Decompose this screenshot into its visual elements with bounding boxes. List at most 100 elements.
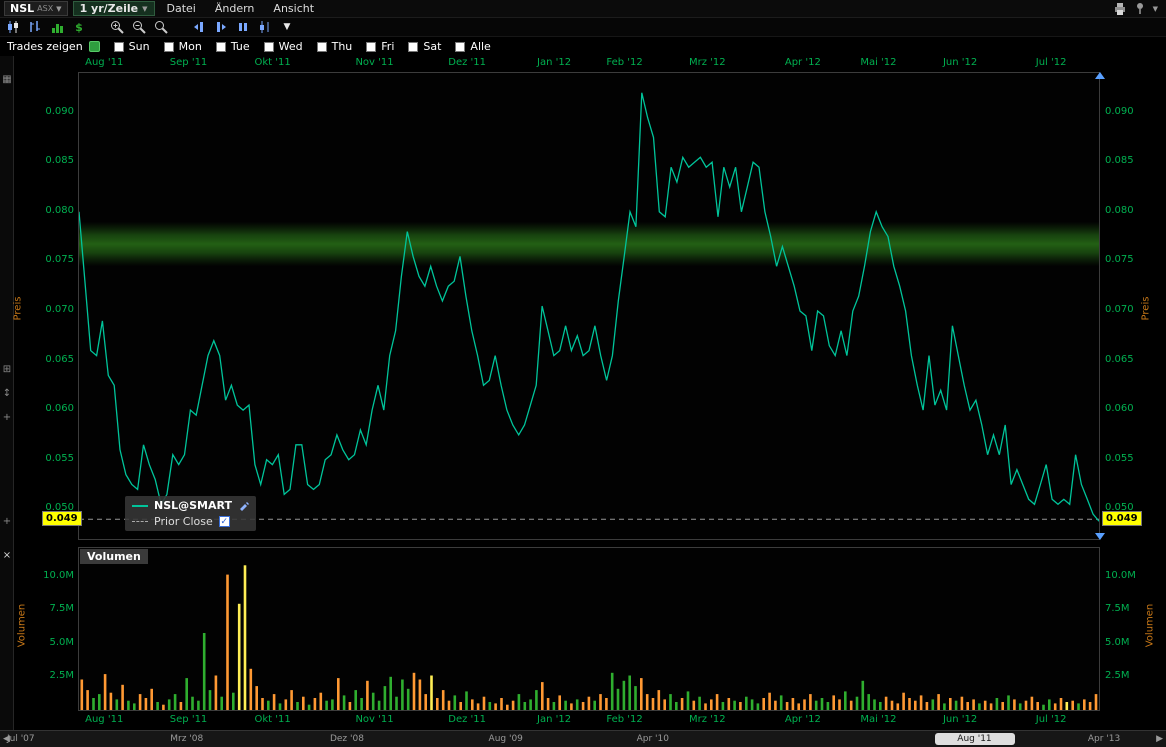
zoom-region-icon[interactable] (151, 19, 171, 36)
month-label-bottom: Jul '12 (1036, 714, 1067, 725)
volume-bars (81, 565, 1098, 710)
scroll-right-icon[interactable]: ▶ (1156, 734, 1163, 744)
chart-type-bar-icon[interactable] (25, 19, 45, 36)
day-filter-fri[interactable]: Fri (366, 40, 394, 53)
menu-aendern[interactable]: Ändern (208, 0, 262, 18)
day-checkbox[interactable] (317, 42, 327, 52)
bar-style-icon[interactable] (255, 19, 275, 36)
menu-ansicht[interactable]: Ansicht (266, 0, 321, 18)
trades-zeigen-label: Trades zeigen (7, 40, 83, 53)
zoom-in-icon[interactable] (107, 19, 127, 36)
month-label-top: Jun '12 (943, 57, 977, 68)
svg-text:$: $ (75, 21, 83, 34)
pin-icon[interactable] (1134, 2, 1146, 15)
day-checkbox[interactable] (216, 42, 226, 52)
show-trades-icon[interactable] (89, 41, 100, 52)
more-tools-icon[interactable]: ▼ (277, 19, 297, 36)
day-checkbox[interactable] (455, 42, 465, 52)
shift-chart-right-icon[interactable] (211, 19, 231, 36)
day-filter-wed[interactable]: Wed (264, 40, 303, 53)
legend-prior-close-row: Prior Close ✓ (132, 515, 249, 528)
scroll-handle-up-icon[interactable] (1095, 72, 1105, 79)
month-label-top: Dez '11 (448, 57, 486, 68)
timeframe-label: 1 yr/Zeile (80, 2, 139, 15)
day-label: Fri (381, 40, 394, 53)
chart-legend: NSL@SMART Prior Close ✓ (125, 496, 256, 531)
chevron-down-icon[interactable]: ▼ (1153, 5, 1158, 13)
price-axis-tick: 0.065 (28, 354, 74, 366)
resize-vertical-icon[interactable]: ↕ (0, 388, 14, 400)
trades-filterbar: Trades zeigen Sun Mon Tue Wed Thu Fri Sat Alle (0, 37, 1166, 56)
month-label-bottom: Jan '12 (537, 714, 571, 725)
legend-series-row: NSL@SMART (132, 499, 249, 512)
close-panel-icon[interactable]: × (0, 550, 14, 562)
month-label-bottom: Apr '12 (785, 714, 821, 725)
scrollbar-date-label: Mrz '08 (170, 734, 203, 744)
volume-axis-tick: 2.5M (28, 670, 74, 682)
day-label: Sun (129, 40, 150, 53)
left-tool-strip: ▦ ⊞ ↕ + + × (0, 56, 14, 730)
day-checkbox[interactable] (264, 42, 274, 52)
price-axis-tick: 0.085 (28, 155, 74, 167)
month-label-top: Sep '11 (170, 57, 208, 68)
day-filter-sun[interactable]: Sun (114, 40, 150, 53)
day-checkbox[interactable] (366, 42, 376, 52)
day-filter-mon[interactable]: Mon (164, 40, 202, 53)
day-filter-sat[interactable]: Sat (408, 40, 441, 53)
month-label-bottom: Feb '12 (606, 714, 642, 725)
day-checkbox[interactable] (114, 42, 124, 52)
price-highlight-band (79, 222, 1099, 267)
month-label-bottom: Jun '12 (943, 714, 977, 725)
symbol-selector[interactable]: NSL ASX ▼ (4, 1, 68, 16)
price-chart-canvas[interactable] (79, 73, 1099, 539)
menu-datei[interactable]: Datei (160, 0, 203, 18)
chevron-down-icon: ▼ (56, 5, 61, 13)
prior-close-checkbox[interactable]: ✓ (219, 516, 230, 527)
day-checkbox[interactable] (408, 42, 418, 52)
grid-icon[interactable]: ⊞ (0, 364, 14, 376)
prior-close-swatch (132, 521, 148, 522)
scroll-handle-down-icon[interactable] (1095, 533, 1105, 540)
chart-panel-icon[interactable]: ▦ (0, 74, 14, 86)
day-filter-thu[interactable]: Thu (317, 40, 353, 53)
trading-chart-window: NSL ASX ▼ 1 yr/Zeile ▼ Datei Ändern Ansi… (0, 0, 1166, 747)
bar-width-icon[interactable] (233, 19, 253, 36)
symbol-label: NSL (10, 2, 34, 15)
price-axis-tick: 0.065 (1105, 354, 1134, 366)
timeframe-selector[interactable]: 1 yr/Zeile ▼ (73, 1, 155, 16)
price-axis-tick: 0.050 (28, 502, 74, 514)
day-checkbox-group: Sun Mon Tue Wed Thu Fri Sat Alle (100, 40, 491, 53)
price-axis-tick: 0.090 (28, 106, 74, 118)
add-icon[interactable]: + (0, 412, 14, 424)
volume-chart-icon[interactable] (47, 19, 67, 36)
series-name: NSL@SMART (154, 499, 232, 512)
history-scrollbar[interactable]: ◀ ▶ Jul '07Mrz '08Dez '08Aug '09Apr '10A… (0, 730, 1166, 747)
price-chart-pane[interactable] (78, 72, 1100, 540)
volume-axis-tick: 7.5M (28, 603, 74, 615)
price-axis-tick: 0.055 (28, 453, 74, 465)
volume-axis-title-left: Volumen (16, 604, 27, 648)
day-filter-alle[interactable]: Alle (455, 40, 490, 53)
month-label-bottom: Mai '12 (860, 714, 896, 725)
edit-pencil-icon[interactable] (238, 500, 249, 511)
day-label: Mon (179, 40, 202, 53)
price-axis-tick: 0.090 (1105, 106, 1134, 118)
chart-type-candlestick-icon[interactable] (3, 19, 23, 36)
volume-chart-pane[interactable] (78, 547, 1100, 711)
volume-chart-canvas[interactable] (79, 548, 1099, 710)
month-label-bottom: Nov '11 (355, 714, 393, 725)
day-checkbox[interactable] (164, 42, 174, 52)
scrollbar-date-label: Aug '09 (489, 734, 523, 744)
month-label-top: Feb '12 (606, 57, 642, 68)
add-panel-icon[interactable]: + (0, 516, 14, 528)
printer-icon[interactable] (1112, 2, 1127, 16)
dollar-icon[interactable]: $ (69, 19, 89, 36)
price-axis-tick: 0.075 (1105, 254, 1134, 266)
zoom-out-icon[interactable] (129, 19, 149, 36)
day-filter-tue[interactable]: Tue (216, 40, 250, 53)
shift-chart-left-icon[interactable] (189, 19, 209, 36)
price-axis-tick: 0.080 (28, 205, 74, 217)
volume-axis-tick: 10.0M (28, 570, 74, 582)
price-axis-title-right: Preis (1140, 297, 1151, 321)
chevron-down-icon: ▼ (142, 5, 147, 13)
